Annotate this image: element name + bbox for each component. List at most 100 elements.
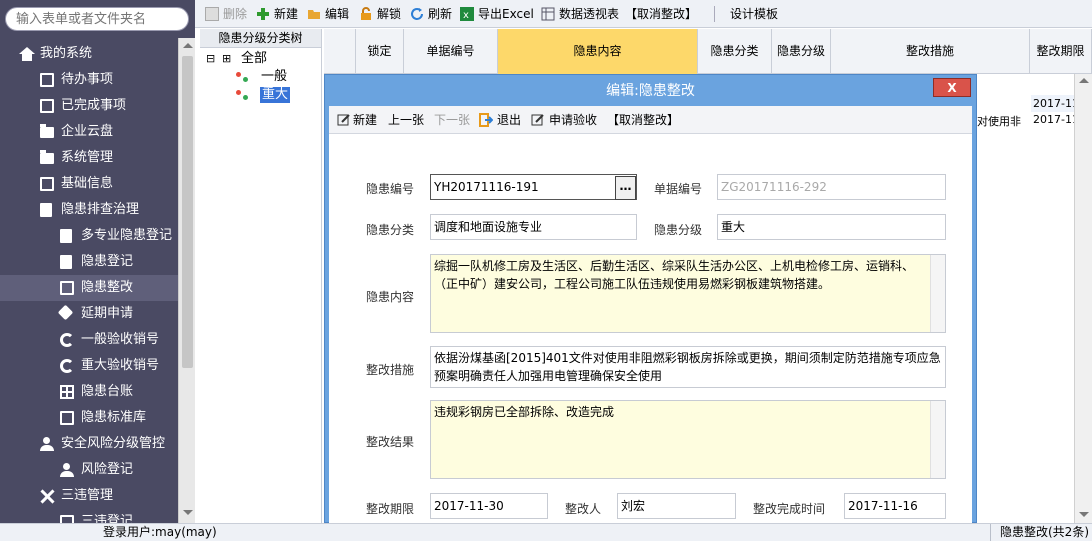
sidebar-item-system-admin[interactable]: 系统管理 [0,145,178,171]
new-button[interactable]: 新建 [256,5,298,23]
next-record-button[interactable]: 下一张 [434,112,470,128]
column-header-grade[interactable]: 隐患分级 [772,29,831,74]
sidebar-item-hazard-ledger[interactable]: 隐患台账 [0,379,178,405]
dialog-new-button[interactable]: 新建 [337,112,377,128]
refresh-button[interactable]: 刷新 [410,5,452,23]
checklist-icon [40,203,52,217]
tree-node-major[interactable]: 重大 [260,87,291,103]
sidebar-item-todo[interactable]: 待办事项 [0,67,178,93]
prev-record-button[interactable]: 上一张 [388,112,424,128]
sidebar-item-major-acceptance[interactable]: 重大验收销号 [0,353,178,379]
design-template-button[interactable]: 设计模板 [722,5,778,23]
hazard-no-field[interactable]: YH20171116-191 [430,174,637,200]
exit-icon [479,113,494,131]
person-field[interactable]: 刘宏 [617,493,736,519]
sidebar-item-hazard-standards[interactable]: 隐患标准库 [0,405,178,431]
result-textarea[interactable]: 违规彩钢房已全部拆除、改造完成 [430,400,946,479]
record-count-text: 隐患整改(共2条) [1000,525,1089,539]
scroll-down-icon[interactable] [183,510,193,515]
dialog-cancel-rectify-button[interactable]: 【取消整改】 [607,112,679,128]
deadline-field[interactable]: 2017-11-30 [430,493,548,519]
content-textarea[interactable]: 综掘一队机修工房及生活区、后勤生活区、综采队生活办公区、上机电检修工房、运销科、… [430,254,946,333]
list-icon [40,73,54,87]
users-icon [40,437,56,451]
dialog-scrollbar[interactable] [1074,74,1092,523]
sidebar-item-label: 待办事项 [61,72,114,87]
result-scrollbar[interactable] [930,401,945,478]
sidebar-item-label: 三违管理 [61,488,114,503]
sidebar-item-cloud-disk[interactable]: 企业云盘 [0,119,178,145]
list-icon [40,99,54,113]
grid-header: 锁定 单据编号 隐患内容 隐患分类 隐患分级 整改措施 整改期限 [324,29,1092,74]
search-input[interactable] [5,7,189,31]
column-header-content[interactable]: 隐患内容 [498,29,698,74]
column-header-doc-no[interactable]: 单据编号 [404,29,498,74]
close-button[interactable]: X [933,78,971,97]
edit-icon [337,113,351,131]
pivot-table-button[interactable]: 数据透视表 [541,5,619,23]
sidebar-item-risk-register[interactable]: 风险登记 [0,457,178,483]
delete-button[interactable]: 删除 [205,5,247,23]
sidebar-item-label: 系统管理 [61,150,114,165]
tree-node-all[interactable]: 全部 [241,51,267,67]
cancel-rectify-label: 【取消整改】 [625,7,698,21]
tree-root-icon: ⊞ [222,52,232,65]
pivot-table-icon [541,7,555,21]
sidebar-scrollbar[interactable] [178,38,195,523]
lookup-button[interactable]: … [615,176,636,200]
measures-field[interactable]: 依据汾煤基函[2015]401文件对使用非阻燃彩钢板房拆除或更换，期间须制定防范… [430,346,946,388]
grade-field[interactable]: 重大 [717,214,946,240]
column-header-indicator[interactable] [324,29,356,74]
apply-acceptance-label: 申请验收 [549,113,598,127]
finish-time-field[interactable]: 2017-11-16 [844,493,946,519]
content-label: 隐患内容 [365,290,414,304]
sidebar-item-three-violations[interactable]: 三违管理 [0,483,178,509]
sidebar-scroll-thumb[interactable] [182,56,193,368]
deadline-label: 整改期限 [365,502,414,516]
apply-acceptance-button[interactable]: 申请验收 [531,112,597,128]
sidebar-item-label: 基础信息 [61,176,114,191]
dialog-toolbar: 新建 上一张 下一张 退出 申请验收 【取消整改】 [329,106,972,134]
scroll-up-icon[interactable] [1079,78,1089,83]
column-header-deadline[interactable]: 整改期限 [1030,29,1092,74]
content-scrollbar[interactable] [930,255,945,332]
finish-time-label: 整改完成时间 [752,502,825,516]
category-label: 隐患分类 [365,223,414,237]
sidebar-item-hazard-rectify[interactable]: 隐患整改 [0,275,178,301]
sidebar-item-hazard-governance[interactable]: 隐患排查治理 [0,197,178,223]
scroll-down-icon[interactable] [1079,512,1089,517]
column-header-category[interactable]: 隐患分类 [698,29,772,74]
grid-cell-measures: 对使用非 [977,115,1021,128]
sidebar-item-hazard-register[interactable]: 隐患登记 [0,249,178,275]
refresh-icon [410,7,424,21]
tree-node-general[interactable]: 一般 [261,69,287,85]
sidebar-item-general-acceptance[interactable]: 一般验收销号 [0,327,178,353]
sidebar-item-risk-control[interactable]: 安全风险分级管控 [0,431,178,457]
bullet-icon [243,95,248,100]
bullet-icon [236,72,241,77]
category-field[interactable]: 调度和地面设施专业 [430,214,637,240]
column-header-lock[interactable]: 锁定 [356,29,404,74]
sidebar-item-basic-info[interactable]: 基础信息 [0,171,178,197]
doc-no-field[interactable]: ZG20171116-292 [717,174,946,200]
collapse-icon[interactable]: ⊟ [206,51,215,67]
cancel-rectify-button[interactable]: 【取消整改】 [625,5,697,23]
tree-header: 隐患分级分类树 [200,29,321,48]
edit-button[interactable]: 编辑 [307,5,349,23]
export-excel-button[interactable]: x 导出Excel [460,5,534,23]
sidebar-item-my-system[interactable]: 我的系统 [0,41,178,67]
scroll-up-icon[interactable] [183,43,193,48]
content-text: 综掘一队机修工房及生活区、后勤生活区、综采队生活办公区、上机电检修工房、运销科、… [434,259,915,291]
exit-button[interactable]: 退出 [479,112,521,128]
sidebar-item-multi-hazard-register[interactable]: 多专业隐患登记 [0,223,178,249]
sidebar-item-violation-register[interactable]: 三违登记 [0,509,178,523]
sidebar-item-label: 安全风险分级管控 [61,436,166,451]
table-icon [60,385,74,399]
unlock-button[interactable]: 解锁 [359,5,401,23]
status-divider [990,524,991,541]
column-header-measures[interactable]: 整改措施 [831,29,1030,74]
sidebar-item-label: 隐患标准库 [81,410,147,425]
sidebar-item-extension-request[interactable]: 延期申请 [0,301,178,327]
sidebar-item-done[interactable]: 已完成事项 [0,93,178,119]
new-label: 新建 [274,7,299,21]
